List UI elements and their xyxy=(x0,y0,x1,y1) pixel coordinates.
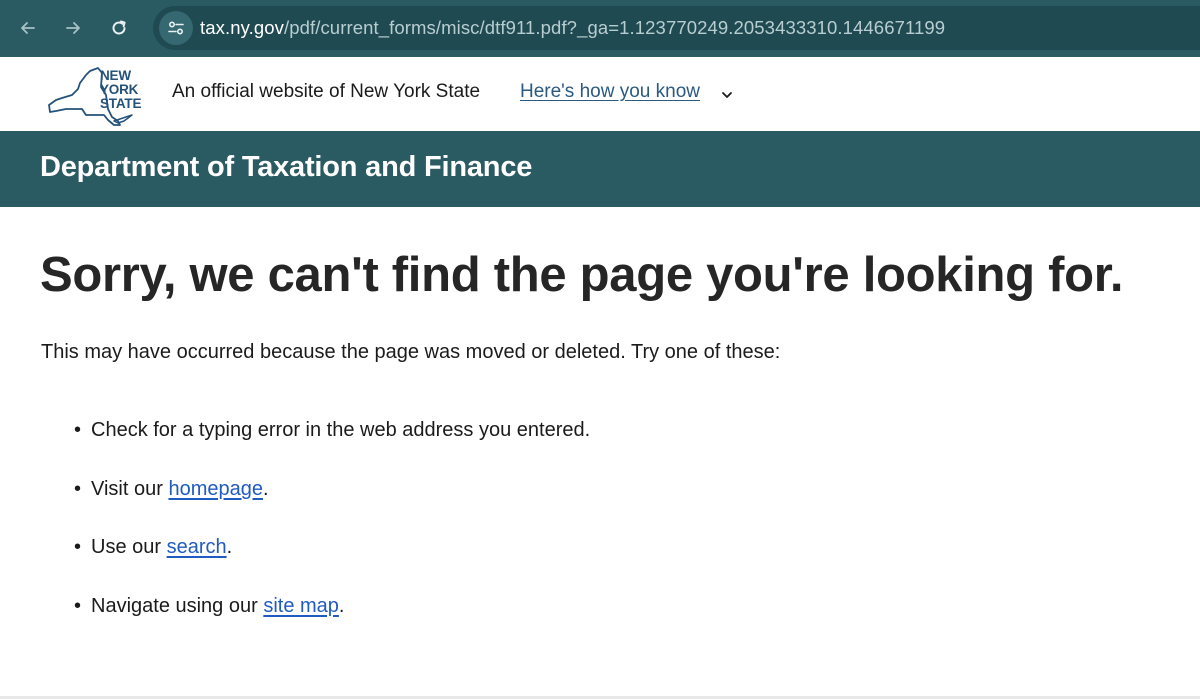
site-info-button[interactable] xyxy=(159,11,193,45)
bullet: • xyxy=(74,595,82,617)
search-link[interactable]: search xyxy=(167,536,227,558)
suggestion-text: Visit our homepage. xyxy=(91,478,269,501)
bullet: • xyxy=(74,536,82,558)
agency-title[interactable]: Department of Taxation and Finance xyxy=(40,151,532,184)
nys-logo-text: NEW YORK STATE xyxy=(100,69,141,111)
forward-arrow-icon xyxy=(66,22,80,34)
logo-line: STATE xyxy=(100,96,142,111)
nys-logo[interactable]: NEW YORK STATE xyxy=(46,65,150,127)
address-bar[interactable]: tax.ny.gov/pdf/current_forms/misc/dtf911… xyxy=(153,6,1200,50)
back-arrow-icon xyxy=(21,22,35,34)
suggestion-text: Navigate using our site map. xyxy=(91,595,344,618)
forward-button[interactable] xyxy=(53,8,93,48)
suggestion-prefix: Navigate using our xyxy=(91,595,264,617)
suggestion-text: Use our search. xyxy=(91,536,232,559)
url-path: /pdf/current_forms/misc/dtf911.pdf?_ga=1… xyxy=(283,17,946,38)
page-title: Sorry, we can't find the page you're loo… xyxy=(40,248,1124,302)
agency-header: Department of Taxation and Finance xyxy=(0,131,1200,207)
back-button[interactable] xyxy=(8,8,48,48)
suggestion-suffix: . xyxy=(262,478,269,500)
main-content: Sorry, we can't find the page you're loo… xyxy=(0,207,1200,699)
bullet: • xyxy=(74,419,82,441)
suggestion-suffix: . xyxy=(338,595,345,617)
logo-line: NEW xyxy=(100,68,131,83)
browser-toolbar: tax.ny.gov/pdf/current_forms/misc/dtf911… xyxy=(0,0,1200,57)
url-text[interactable]: tax.ny.gov/pdf/current_forms/misc/dtf911… xyxy=(200,6,945,50)
bullet: • xyxy=(74,478,82,500)
reload-icon xyxy=(112,20,126,35)
chevron-down-icon[interactable] xyxy=(720,88,734,102)
logo-line: YORK xyxy=(100,82,139,97)
official-website-text: An official website of New York State xyxy=(172,81,481,102)
how-you-know-link[interactable]: Here's how you know xyxy=(520,81,700,103)
url-domain: tax.ny.gov xyxy=(200,17,284,38)
homepage-link[interactable]: homepage xyxy=(168,478,263,500)
site-info-icon xyxy=(168,21,184,35)
reload-button[interactable] xyxy=(99,8,139,48)
site-map-link[interactable]: site map xyxy=(263,595,339,617)
intro-text: This may have occurred because the page … xyxy=(41,341,781,363)
suggestion-prefix: Visit our xyxy=(91,478,169,500)
suggestion-prefix: Use our xyxy=(91,536,167,558)
suggestion-suffix: . xyxy=(226,536,233,558)
official-banner: NEW YORK STATE An official website of Ne… xyxy=(0,57,1200,131)
suggestion-text: Check for a typing error in the web addr… xyxy=(91,419,591,441)
